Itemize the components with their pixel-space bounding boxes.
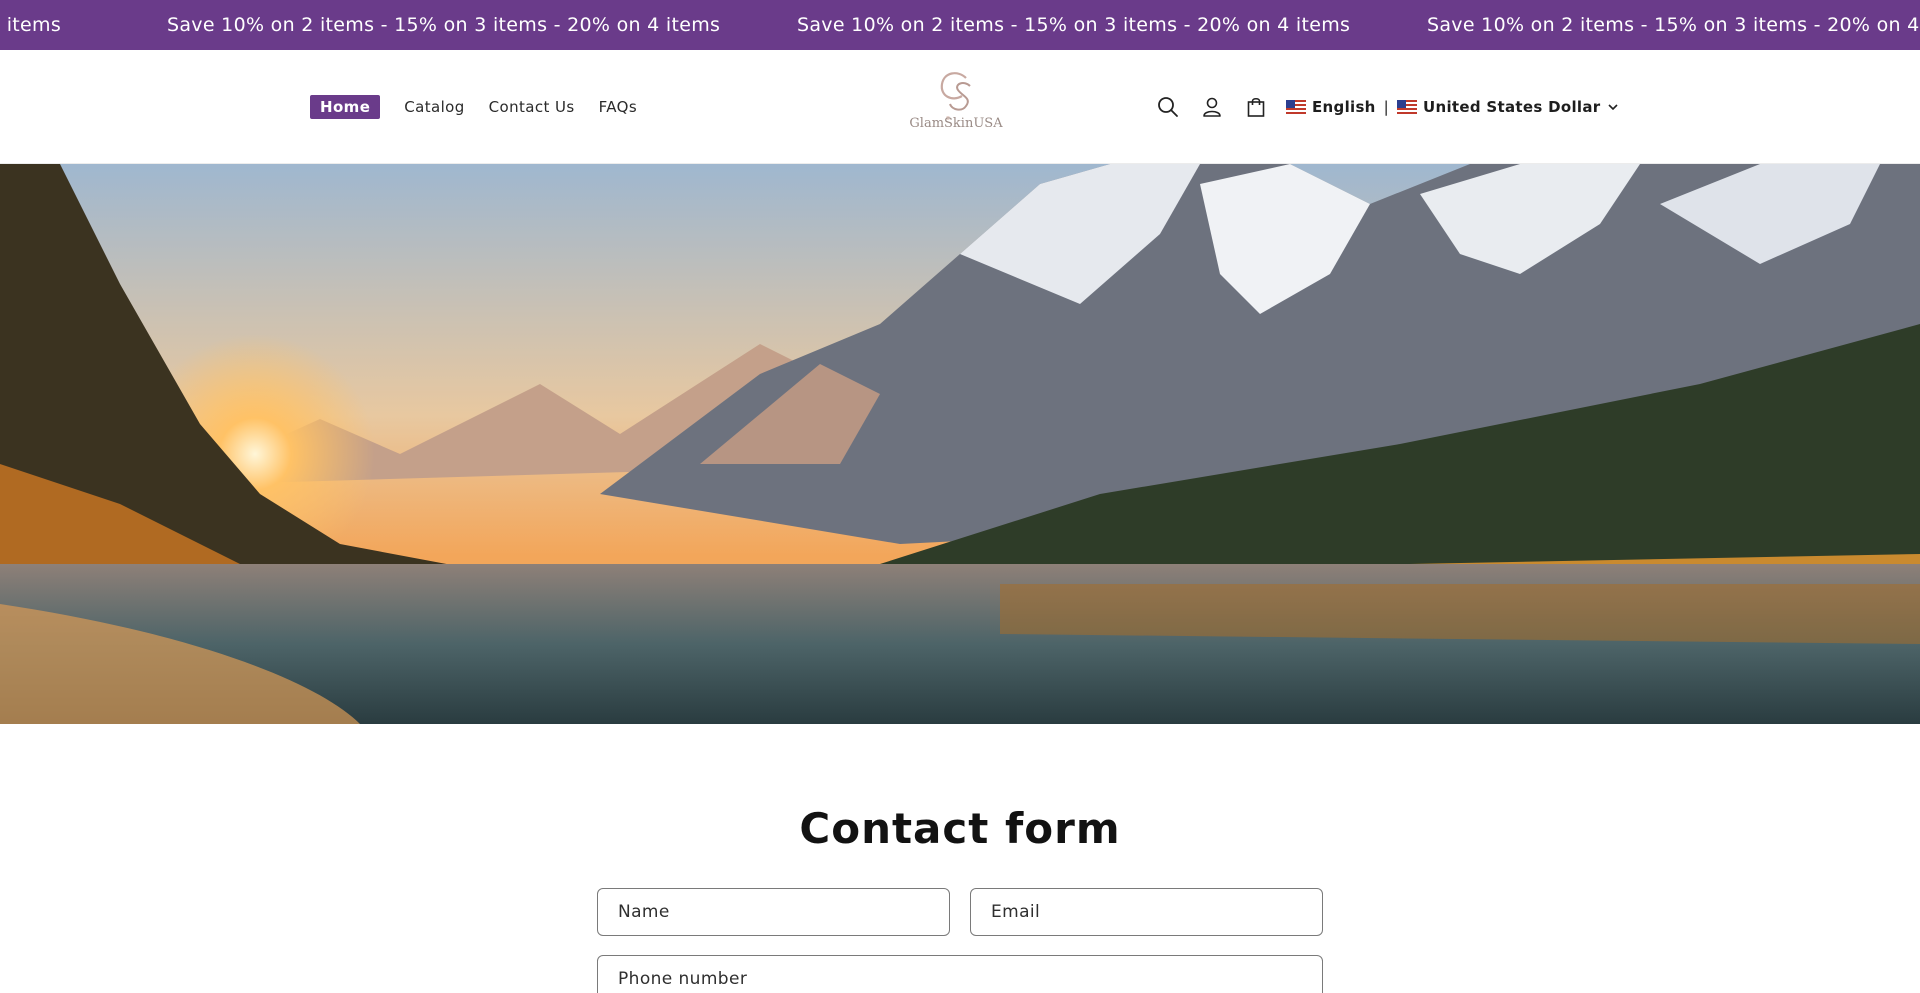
announcement-bar: 4 items Save 10% on 2 items - 15% on 3 i… <box>0 0 1920 50</box>
name-input[interactable] <box>598 889 949 935</box>
logo-monogram <box>940 72 971 120</box>
chevron-down-icon <box>1608 104 1619 110</box>
locale-selector[interactable]: English | United States Dollar <box>1286 98 1619 116</box>
phone-input[interactable] <box>598 956 1322 993</box>
announcement-text: Save 10% on 2 items - 15% on 3 items - 2… <box>1427 14 1920 36</box>
announcement-text: 4 items <box>0 14 62 36</box>
language-label: English <box>1312 98 1376 116</box>
contact-form-title: Contact form <box>799 804 1121 853</box>
hero-image <box>0 164 1920 724</box>
announcement-text: Save 10% on 2 items - 15% on 3 items - 2… <box>167 14 721 36</box>
us-flag-icon <box>1286 100 1306 114</box>
us-flag-icon <box>1397 100 1418 114</box>
locale-separator: | <box>1383 98 1390 116</box>
nav-contact-us[interactable]: Contact Us <box>489 98 575 116</box>
nav-catalog[interactable]: Catalog <box>404 98 464 116</box>
email-input[interactable] <box>971 889 1322 935</box>
currency-label: United States Dollar <box>1423 98 1601 116</box>
cart-icon[interactable] <box>1234 85 1278 129</box>
email-field <box>970 888 1323 936</box>
phone-field <box>597 955 1323 993</box>
site-logo[interactable]: GlamSkinUSA <box>900 64 1012 146</box>
header-actions: English | United States Dollar <box>1146 50 1619 164</box>
main-nav: Home Catalog Contact Us FAQs <box>310 50 661 164</box>
name-field <box>597 888 950 936</box>
nav-faqs[interactable]: FAQs <box>599 98 637 116</box>
site-header: Home Catalog Contact Us FAQs GlamSkinUSA <box>0 50 1920 164</box>
search-icon[interactable] <box>1146 85 1190 129</box>
account-icon[interactable] <box>1190 85 1234 129</box>
announcement-text: Save 10% on 2 items - 15% on 3 items - 2… <box>797 14 1351 36</box>
logo-text: GlamSkinUSA <box>909 116 1003 131</box>
nav-home[interactable]: Home <box>310 95 381 119</box>
hero-banner <box>0 164 1920 724</box>
